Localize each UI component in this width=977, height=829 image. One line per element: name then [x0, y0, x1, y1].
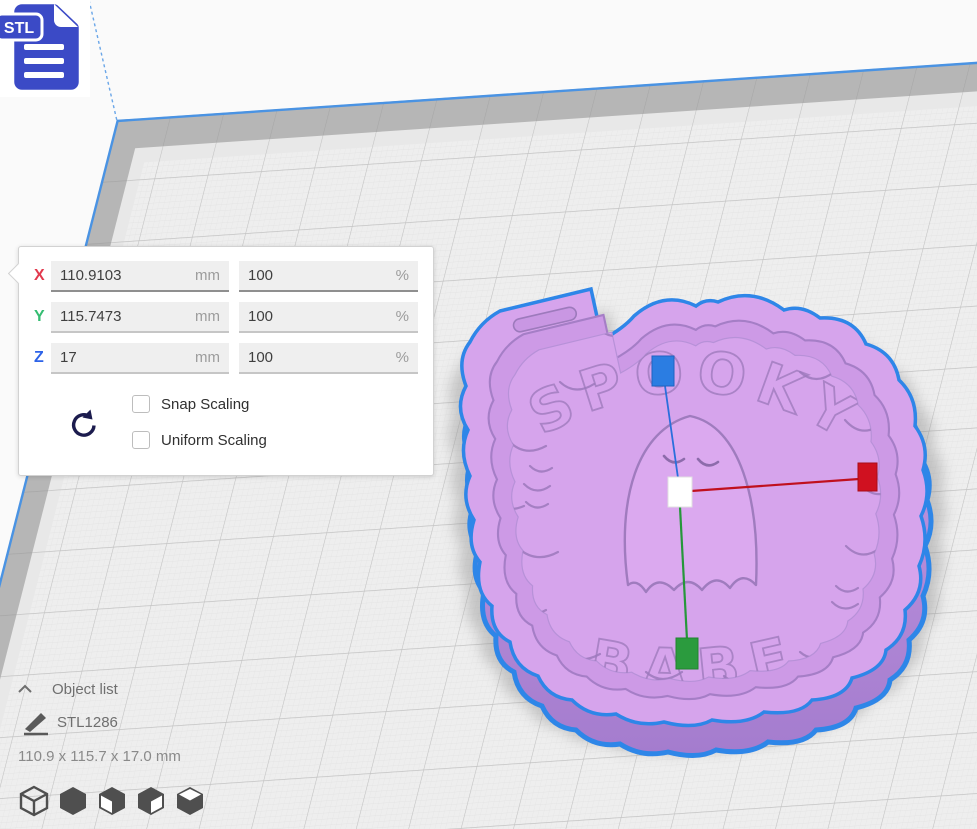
cube-top-icon — [96, 784, 128, 818]
y-scale-handle[interactable] — [676, 638, 698, 669]
view-front-button[interactable] — [57, 784, 89, 818]
view-top-button[interactable] — [96, 784, 128, 818]
uniform-scaling-checkbox[interactable] — [132, 431, 150, 449]
cube-front-icon — [57, 784, 89, 818]
cube-3d-icon — [18, 784, 50, 818]
stl-badge-label: STL — [4, 20, 34, 37]
y-percent-input[interactable] — [248, 308, 392, 325]
z-scale-handle[interactable] — [652, 356, 674, 386]
view-left-button[interactable] — [135, 784, 167, 818]
model-dimensions-label: 110.9 x 115.7 x 17.0 mm — [18, 748, 181, 765]
collapse-caret-icon[interactable] — [17, 684, 33, 694]
x-percent-input[interactable] — [248, 267, 392, 284]
z-percent-unit: % — [396, 349, 409, 366]
x-mm-field[interactable]: mm — [51, 261, 229, 292]
scale-row-y: Y mm % — [19, 302, 433, 333]
scale-tool-panel: X mm % Y mm % Z mm — [18, 246, 434, 476]
x-scale-handle[interactable] — [858, 463, 877, 491]
scale-row-z: Z mm % — [19, 343, 433, 374]
y-mm-input[interactable] — [60, 308, 191, 325]
x-percent-unit: % — [396, 267, 409, 284]
object-list-item[interactable]: STL1286 — [57, 714, 118, 731]
snap-scaling-checkbox-row[interactable]: Snap Scaling — [132, 395, 249, 413]
x-mm-input[interactable] — [60, 267, 191, 284]
cube-left-icon — [135, 784, 167, 818]
uniform-scaling-label: Uniform Scaling — [161, 432, 267, 449]
x-percent-field[interactable]: % — [239, 261, 418, 292]
stl-file-thumbnail: STL — [0, 0, 90, 97]
snap-scaling-checkbox[interactable] — [132, 395, 150, 413]
camera-view-presets — [18, 784, 206, 818]
z-percent-input[interactable] — [248, 349, 392, 366]
y-percent-unit: % — [396, 308, 409, 325]
y-mm-unit: mm — [195, 308, 220, 325]
object-list-header[interactable]: Object list — [52, 681, 118, 698]
center-scale-handle[interactable] — [668, 477, 692, 507]
scale-row-x: X mm % — [19, 261, 433, 292]
z-percent-field[interactable]: % — [239, 343, 418, 374]
reset-rotate-icon — [63, 405, 103, 445]
z-mm-unit: mm — [195, 349, 220, 366]
cube-right-icon — [174, 784, 206, 818]
stl-file-icon: STL — [0, 0, 90, 97]
y-mm-field[interactable]: mm — [51, 302, 229, 333]
y-percent-field[interactable]: % — [239, 302, 418, 333]
z-mm-input[interactable] — [60, 349, 191, 366]
view-3d-button[interactable] — [18, 784, 50, 818]
model-stl1286[interactable]: SPOOKY BABE — [448, 289, 945, 756]
z-mm-field[interactable]: mm — [51, 343, 229, 374]
view-right-button[interactable] — [174, 784, 206, 818]
uniform-scaling-checkbox-row[interactable]: Uniform Scaling — [132, 431, 267, 449]
mesh-type-icon — [22, 710, 50, 736]
x-mm-unit: mm — [195, 267, 220, 284]
viewport-3d[interactable]: SPOOKY BABE — [0, 0, 977, 829]
snap-scaling-label: Snap Scaling — [161, 396, 249, 413]
reset-scale-button[interactable] — [63, 405, 103, 445]
